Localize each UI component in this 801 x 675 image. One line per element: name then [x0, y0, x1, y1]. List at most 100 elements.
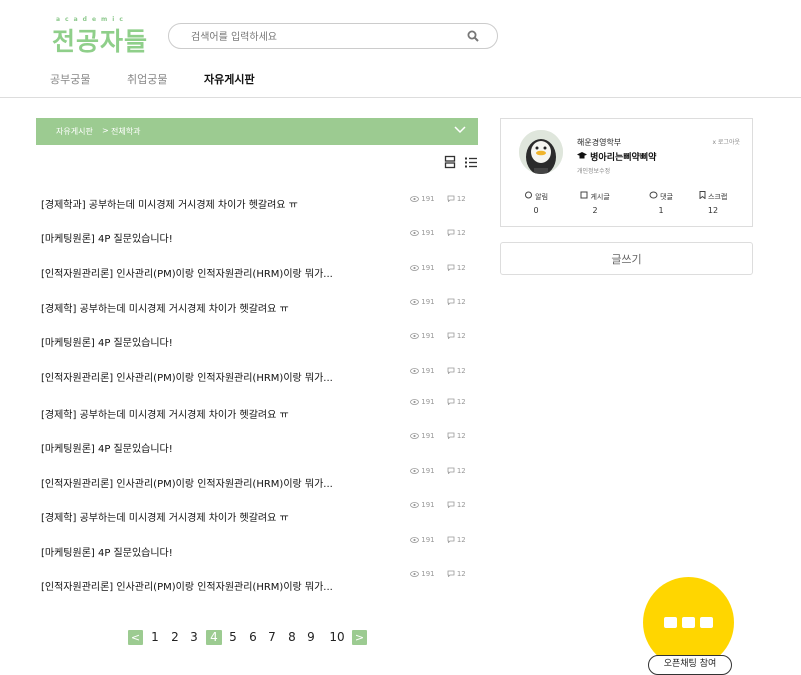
- stat-label: 게시글: [590, 193, 610, 201]
- post-meta: 191 12: [410, 536, 466, 544]
- page-5[interactable]: 5: [226, 630, 240, 645]
- write-post-button[interactable]: 글쓰기: [500, 242, 753, 275]
- post-meta: 191 12: [410, 570, 466, 578]
- comment-icon: [447, 367, 455, 375]
- post-views: 191: [421, 332, 435, 340]
- post-title[interactable]: [경제학] 공부하는데 미시경제 거시경제 차이가 헷갈려요 ㅠ: [41, 406, 289, 421]
- post-meta: 191 12: [410, 195, 466, 203]
- views-icon: [410, 196, 419, 202]
- post-row[interactable]: [경제학] 공부하는데 미시경제 거시경제 차이가 헷갈려요 ㅠ 191 12: [36, 501, 478, 531]
- post-comments: 12: [456, 229, 466, 237]
- views-icon: [410, 265, 419, 271]
- avatar[interactable]: [519, 130, 563, 174]
- search-icon[interactable]: [467, 30, 479, 42]
- post-title[interactable]: [인적자원관리론] 인사관리(PM)이랑 인적자원관리(HRM)이랑 뭐가...: [41, 369, 333, 384]
- comment-icon: [447, 432, 455, 440]
- stat-value: 2: [592, 206, 598, 215]
- post-title[interactable]: [경제학] 공부하는데 미시경제 거시경제 차이가 헷갈려요 ㅠ: [41, 300, 289, 315]
- post-views: 191: [421, 195, 435, 203]
- stat-notifications[interactable]: 알림 0: [511, 191, 561, 215]
- card-view-icon[interactable]: [444, 155, 456, 169]
- stat-label: 스크랩: [707, 193, 728, 201]
- post-row[interactable]: [인적자원관리론] 인사관리(PM)이랑 인적자원관리(HRM)이랑 뭐가...…: [36, 570, 478, 600]
- nav-tab-study[interactable]: 공부궁물: [50, 71, 90, 87]
- edit-profile-link[interactable]: 개인정보수정: [577, 166, 610, 175]
- page-9[interactable]: 9: [304, 630, 318, 645]
- post-comments: 12: [456, 536, 466, 544]
- post-row[interactable]: [마케팅원론] 4P 질문있습니다! 191 12: [36, 536, 478, 566]
- profile-nickname: 병아리는삐약삐약: [577, 150, 656, 163]
- post-meta: 191 12: [410, 501, 466, 509]
- logo[interactable]: academic 전공자들: [52, 16, 152, 56]
- nav-tab-free-board[interactable]: 자유게시판: [204, 71, 255, 87]
- chat-dot-icon: [700, 617, 713, 628]
- post-title[interactable]: [마케팅원론] 4P 질문있습니다!: [41, 230, 173, 245]
- post-row[interactable]: [마케팅원론] 4P 질문있습니다! 191 12: [36, 226, 478, 256]
- list-view-icon[interactable]: [464, 155, 478, 169]
- profile-department: 해운경영학부: [577, 138, 622, 147]
- post-meta: 191 12: [410, 264, 466, 272]
- post-comments: 12: [456, 570, 466, 578]
- comment-icon: [447, 501, 455, 509]
- post-title[interactable]: [인적자원관리론] 인사관리(PM)이랑 인적자원관리(HRM)이랑 뭐가...: [41, 475, 333, 490]
- chat-dot-icon: [682, 617, 695, 628]
- page-6[interactable]: 6: [246, 630, 260, 645]
- chat-dot-icon: [664, 617, 677, 628]
- breadcrumb[interactable]: 자유게시판 > 전체학과: [36, 118, 478, 145]
- post-views: 191: [421, 264, 435, 272]
- nav-tab-jobs[interactable]: 취업궁물: [127, 71, 167, 87]
- post-views: 191: [421, 501, 435, 509]
- post-title[interactable]: [마케팅원론] 4P 질문있습니다!: [41, 544, 173, 559]
- post-title[interactable]: [경제학과] 공부하는데 미시경제 거시경제 차이가 헷갈려요 ㅠ: [41, 196, 298, 211]
- stat-posts[interactable]: 게시글 2: [570, 191, 620, 215]
- page-10[interactable]: 10: [326, 630, 348, 645]
- post-views: 191: [421, 229, 435, 237]
- prev-page-button[interactable]: <: [128, 630, 143, 645]
- comment-icon: [447, 332, 455, 340]
- stat-value: 1: [658, 206, 664, 215]
- stat-label: 알림: [535, 193, 549, 201]
- post-icon: [580, 191, 588, 199]
- post-row[interactable]: [마케팅원론] 4P 질문있습니다! 191 12: [36, 329, 478, 359]
- post-comments: 12: [456, 432, 466, 440]
- post-title[interactable]: [마케팅원론] 4P 질문있습니다!: [41, 440, 173, 455]
- post-title[interactable]: [경제학] 공부하는데 미시경제 거시경제 차이가 헷갈려요 ㅠ: [41, 509, 289, 524]
- post-row[interactable]: [경제학과] 공부하는데 미시경제 거시경제 차이가 헷갈려요 ㅠ 191 12: [36, 192, 478, 222]
- chevron-down-icon[interactable]: [454, 125, 466, 135]
- comment-icon: [447, 229, 455, 237]
- page-8[interactable]: 8: [285, 630, 299, 645]
- post-title[interactable]: [인적자원관리론] 인사관리(PM)이랑 인적자원관리(HRM)이랑 뭐가...: [41, 265, 333, 280]
- stat-label: 댓글: [660, 193, 674, 201]
- post-comments: 12: [456, 264, 466, 272]
- views-icon: [410, 333, 419, 339]
- post-views: 191: [421, 570, 435, 578]
- breadcrumb-category: 전체학과: [111, 127, 141, 136]
- post-row[interactable]: [인적자원관리론] 인사관리(PM)이랑 인적자원관리(HRM)이랑 뭐가...…: [36, 467, 478, 497]
- stat-comments[interactable]: 댓글 1: [636, 191, 686, 215]
- post-meta: 191 12: [410, 367, 466, 375]
- post-views: 191: [421, 398, 435, 406]
- views-icon: [410, 468, 419, 474]
- page-2[interactable]: 2: [168, 630, 182, 645]
- page-3[interactable]: 3: [187, 630, 201, 645]
- post-title[interactable]: [인적자원관리론] 인사관리(PM)이랑 인적자원관리(HRM)이랑 뭐가...: [41, 578, 333, 593]
- post-comments: 12: [456, 367, 466, 375]
- post-row[interactable]: [경제학] 공부하는데 미시경제 거시경제 차이가 헷갈려요 ㅠ 191 12: [36, 398, 478, 428]
- post-row[interactable]: [경제학] 공부하는데 미시경제 거시경제 차이가 헷갈려요 ㅠ 191 12: [36, 295, 478, 325]
- page-1[interactable]: 1: [148, 630, 162, 645]
- post-meta: 191 12: [410, 398, 466, 406]
- post-title[interactable]: [마케팅원론] 4P 질문있습니다!: [41, 334, 173, 349]
- page-7[interactable]: 7: [265, 630, 279, 645]
- open-chat-label[interactable]: 오픈채팅 참여: [648, 655, 732, 675]
- post-row[interactable]: [마케팅원론] 4P 질문있습니다! 191 12: [36, 432, 478, 462]
- post-row[interactable]: [인적자원관리론] 인사관리(PM)이랑 인적자원관리(HRM)이랑 뭐가...…: [36, 261, 478, 291]
- stat-scraps[interactable]: 스크랩 12: [688, 191, 738, 215]
- graduation-cap-icon: [577, 152, 587, 159]
- logout-link[interactable]: x 로그아웃: [712, 137, 740, 146]
- post-comments: 12: [456, 195, 466, 203]
- page-current[interactable]: 4: [206, 630, 222, 645]
- post-row[interactable]: [인적자원관리론] 인사관리(PM)이랑 인적자원관리(HRM)이랑 뭐가...…: [36, 364, 478, 394]
- search-input[interactable]: [189, 27, 463, 47]
- next-page-button[interactable]: >: [352, 630, 367, 645]
- comment-icon: [447, 570, 455, 578]
